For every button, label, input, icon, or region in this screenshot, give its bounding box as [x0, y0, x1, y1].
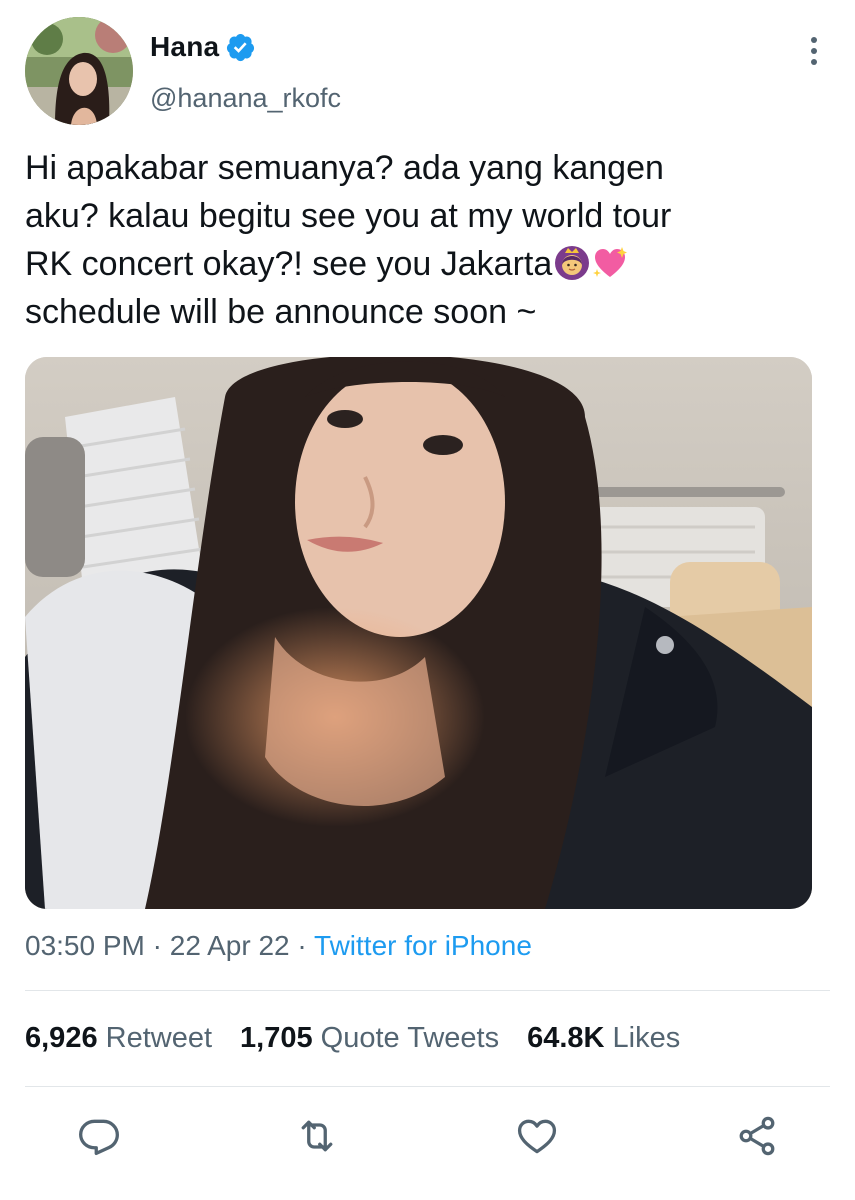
heart-icon[interactable]: [515, 1114, 559, 1158]
tweet-text: Hi apakabar semuanya? ada yang kangen ak…: [25, 144, 825, 336]
quotes-label: Quote Tweets: [320, 1022, 500, 1054]
tweet-stats: 6,926 Retweet 1,705 Quote Tweets 64.8K L…: [25, 1022, 708, 1055]
reply-icon[interactable]: [77, 1114, 121, 1158]
tweet-line-3: RK concert okay?! see you Jakarta: [25, 245, 553, 283]
user-handle[interactable]: @hanana_rkofc: [150, 83, 341, 114]
verified-badge-icon: [225, 32, 256, 63]
tweet-line-4: schedule will be announce soon ~: [25, 293, 537, 331]
share-icon[interactable]: [735, 1114, 779, 1158]
retweet-icon[interactable]: [295, 1114, 339, 1158]
divider: [25, 1086, 830, 1087]
tweet-source-link[interactable]: Twitter for iPhone: [314, 930, 532, 961]
meta-separator: ·: [144, 930, 170, 961]
retweets-label: Retweet: [105, 1022, 213, 1054]
quotes-stat[interactable]: 1,705 Quote Tweets: [240, 1022, 499, 1055]
display-name[interactable]: Hana: [150, 31, 219, 63]
likes-stat[interactable]: 64.8K Likes: [527, 1022, 680, 1055]
woman-with-crown-emoji: [554, 245, 590, 281]
tweet-actions: [25, 1108, 830, 1168]
tweet-media-photo[interactable]: [25, 357, 812, 909]
retweets-stat[interactable]: 6,926 Retweet: [25, 1022, 212, 1055]
avatar-image: [25, 17, 133, 125]
more-options-icon[interactable]: [808, 37, 820, 71]
tweet-date[interactable]: 22 Apr 22: [170, 930, 290, 961]
likes-count: 64.8K: [527, 1022, 605, 1054]
divider: [25, 990, 830, 991]
tweet-line-2: aku? kalau begitu see you at my world to…: [25, 197, 672, 235]
tweet-header: Hana @hanana_rkofc: [25, 17, 830, 127]
sparkling-heart-emoji: [592, 245, 628, 281]
selfie-photo: [25, 357, 812, 909]
tweet-line-1: Hi apakabar semuanya? ada yang kangen: [25, 149, 664, 187]
name-row: Hana: [150, 31, 256, 63]
retweets-count: 6,926: [25, 1022, 98, 1054]
meta-separator: ·: [289, 930, 315, 961]
tweet-time[interactable]: 03:50 PM: [25, 930, 145, 961]
quotes-count: 1,705: [240, 1022, 313, 1054]
avatar[interactable]: [25, 17, 133, 125]
likes-label: Likes: [612, 1022, 681, 1054]
tweet-meta: 03:50 PM · 22 Apr 22 · Twitter for iPhon…: [25, 930, 532, 962]
